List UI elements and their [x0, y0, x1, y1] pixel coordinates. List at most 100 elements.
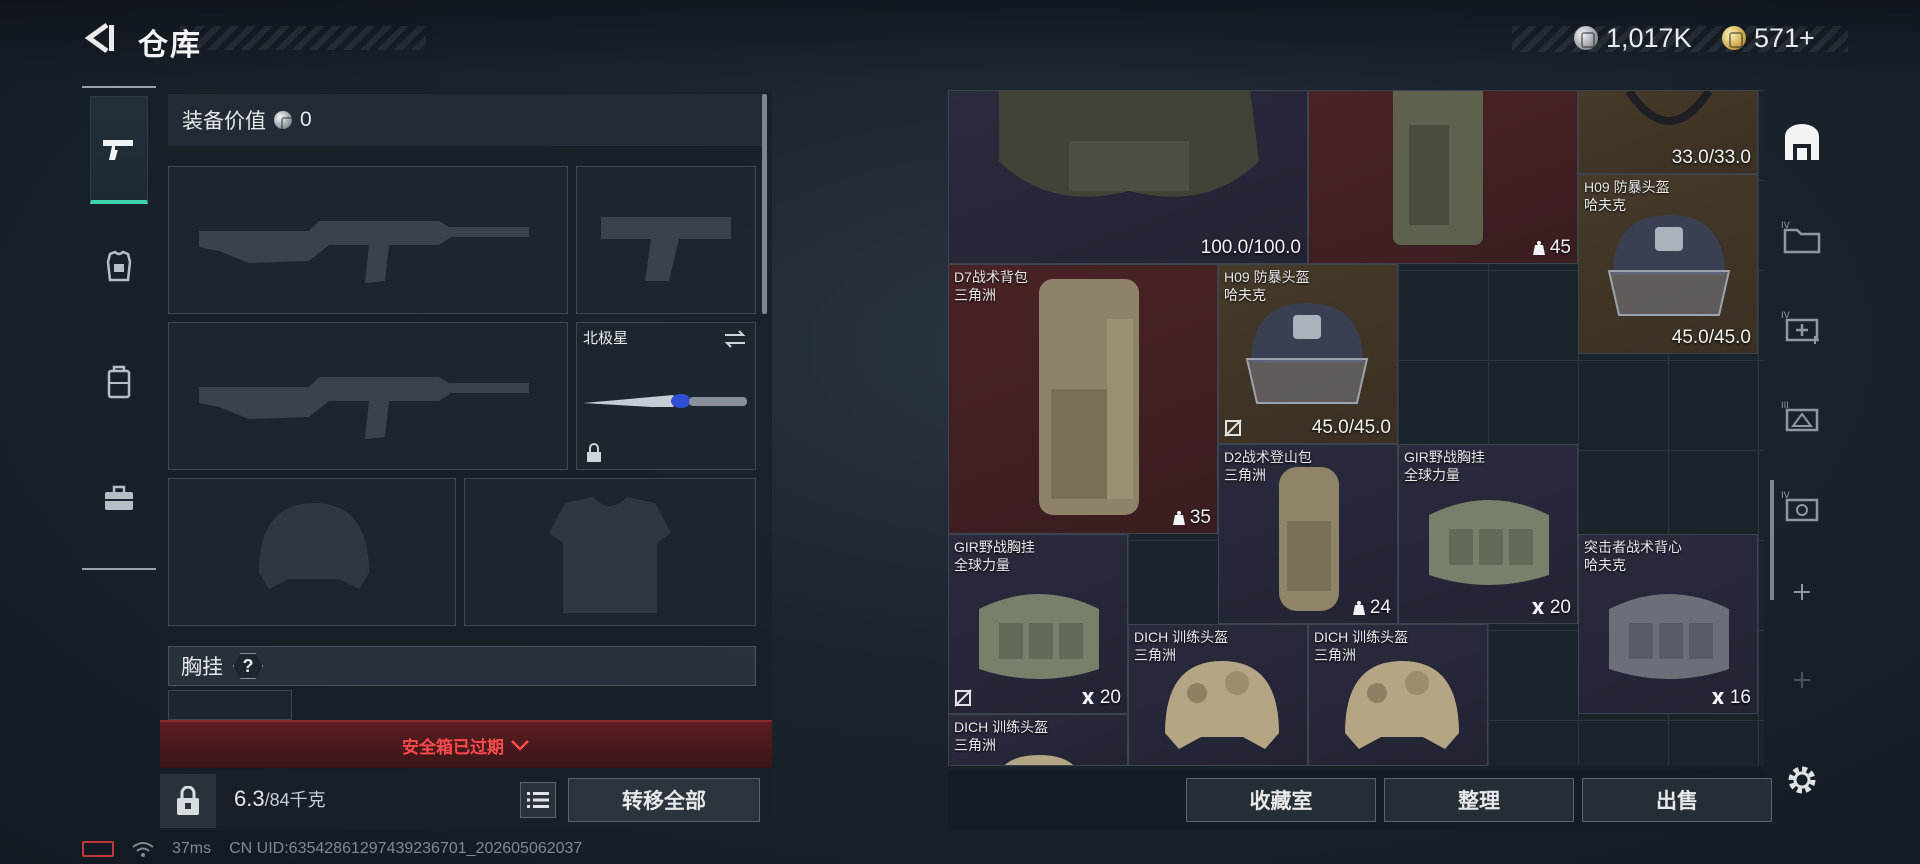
- page-title: 仓库: [138, 29, 202, 62]
- stash-page-ammo[interactable]: III: [1772, 386, 1832, 446]
- capacity-value: 16: [1729, 687, 1751, 708]
- tab-cases[interactable]: [90, 444, 148, 552]
- add-stash-page-button[interactable]: [1772, 562, 1832, 622]
- stash-item-dich-helmet[interactable]: DICH 训练头盔 三角洲: [948, 714, 1128, 766]
- stash-page-4[interactable]: IV: [1772, 206, 1832, 266]
- backpack-art-icon: [1393, 91, 1483, 245]
- stash-grid: 100.0/100.0 45 33.0/33.0 H09 防暴头盔 哈夫克 45…: [948, 90, 1764, 766]
- item-name: DICH 训练头盔: [1314, 629, 1409, 645]
- collection-room-button[interactable]: 收藏室: [1186, 778, 1376, 822]
- status-line: 37ms CN UID:63542861297439236701_2026050…: [82, 840, 582, 858]
- item-name: H09 防暴头盔: [1584, 179, 1670, 195]
- ping-text: 37ms: [172, 840, 212, 857]
- capacity-value: 24: [1369, 597, 1391, 618]
- stash-page-main[interactable]: [1772, 112, 1832, 172]
- organize-button[interactable]: 整理: [1384, 778, 1574, 822]
- stash-page-gear[interactable]: IV: [1772, 476, 1832, 536]
- secondary-weapon-slot[interactable]: [168, 322, 568, 470]
- melee-slot[interactable]: 北极星: [576, 322, 756, 470]
- vest-art-icon: [1609, 594, 1729, 679]
- battery-icon: [82, 841, 114, 857]
- rifle-silhouette-icon: [199, 377, 529, 439]
- chevron-down-icon: [511, 740, 529, 751]
- item-name: DICH 训练头盔: [954, 719, 1049, 735]
- help-button[interactable]: ?: [233, 653, 263, 679]
- item-durability: 33.0/33.0: [1671, 147, 1751, 168]
- chest-rig-slot[interactable]: [168, 690, 292, 720]
- stash-page-add-medical[interactable]: IV: [1772, 296, 1832, 356]
- stash-item-vest[interactable]: 100.0/100.0: [948, 90, 1308, 264]
- briefcase-icon: [105, 485, 133, 510]
- equipment-value-amount: 0: [300, 108, 312, 131]
- melee-name: 北极星: [583, 330, 629, 347]
- no-insurance-icon: [954, 689, 972, 707]
- pistol-icon: [103, 139, 133, 160]
- silver-currency[interactable]: 1,017K: [1574, 20, 1692, 56]
- equipment-value-bar: 装备价值 0: [168, 94, 764, 146]
- swap-icon[interactable]: [723, 329, 747, 349]
- capacity-value: 20: [1549, 597, 1571, 618]
- item-capacity: 20: [1530, 597, 1571, 619]
- slots-icon: [1711, 692, 1724, 704]
- stash-item-d7-backpack[interactable]: D7战术背包 三角洲 35: [948, 264, 1218, 534]
- weight-current: 6.3: [234, 786, 265, 811]
- gold-currency[interactable]: 571+: [1722, 20, 1815, 56]
- primary-weapon-slot[interactable]: [168, 166, 568, 314]
- weight-icon: [1352, 601, 1365, 615]
- tab-weapons[interactable]: [90, 96, 148, 204]
- folder-icon: IV: [1781, 221, 1821, 254]
- vest-silhouette-icon: [549, 497, 671, 613]
- stash-item-h09-helmet[interactable]: H09 防暴头盔 哈夫克 45.0/45.0: [1218, 264, 1398, 444]
- loadout-scrollbar[interactable]: [762, 94, 767, 314]
- backpack-art-icon: [1039, 279, 1139, 515]
- stash-item-assault-vest[interactable]: 突击者战术背心 哈夫克 16: [1578, 534, 1758, 714]
- helmet-art-icon: [1005, 755, 1073, 765]
- plus-icon: [1794, 584, 1810, 600]
- transfer-all-button[interactable]: 转移全部: [568, 778, 760, 822]
- padlock-icon: [177, 786, 199, 815]
- gear-icon: [1788, 766, 1816, 794]
- armor-icon: [106, 250, 132, 282]
- back-button[interactable]: [80, 18, 120, 58]
- vest-art-icon: [999, 91, 1259, 197]
- capacity-value: 45: [1549, 237, 1571, 258]
- equipment-value-label: 装备价值: [182, 110, 266, 133]
- warehouse-icon: [1785, 124, 1819, 160]
- silver-coin-icon: [274, 111, 295, 133]
- stash-item-h09-helmet[interactable]: H09 防暴头盔 哈夫克 45.0/45.0: [1578, 174, 1758, 354]
- chest-rig-label: 胸挂: [181, 656, 223, 679]
- backpack-icon: [107, 365, 131, 399]
- stash-item-helmet[interactable]: 33.0/33.0: [1578, 90, 1758, 174]
- slots-icon: [1081, 692, 1094, 704]
- sell-button[interactable]: 出售: [1582, 778, 1772, 822]
- item-durability: 100.0/100.0: [1200, 237, 1301, 258]
- item-name: 突击者战术背心: [1584, 539, 1682, 555]
- back-arrow-icon: [84, 22, 114, 54]
- chest-rig-section: 胸挂 ?: [168, 646, 756, 686]
- chest-rig-art-icon: [979, 594, 1099, 679]
- tab-armor[interactable]: [90, 212, 148, 320]
- stash-item-gir-chest-rig[interactable]: GIR野战胸挂 全球力量 20: [948, 534, 1128, 714]
- sidearm-slot[interactable]: [576, 166, 756, 314]
- stash-item-backpack[interactable]: 45: [1308, 90, 1578, 264]
- stash-item-dich-helmet[interactable]: DICH 训练头盔 三角洲: [1128, 624, 1308, 766]
- weight-max: /84千克: [264, 790, 326, 810]
- list-view-button[interactable]: [520, 782, 556, 818]
- helmet-slot[interactable]: [168, 478, 456, 626]
- item-maker: 三角洲: [1224, 467, 1266, 483]
- capacity-value: 20: [1099, 687, 1121, 708]
- category-tabs: [82, 86, 156, 570]
- chest-rig-art-icon: [1429, 500, 1549, 585]
- safe-box-expired-banner[interactable]: 安全箱已过期: [160, 720, 772, 768]
- stash-item-d2-backpack[interactable]: D2战术登山包 三角洲 24: [1218, 444, 1398, 624]
- stash-item-gir-chest-rig[interactable]: GIR野战胸挂 全球力量 20: [1398, 444, 1578, 624]
- stash-item-dich-helmet[interactable]: DICH 训练头盔 三角洲: [1308, 624, 1488, 766]
- safe-box-expired-text: 安全箱已过期: [402, 737, 504, 757]
- body-armor-slot[interactable]: [464, 478, 756, 626]
- tab-backpack[interactable]: [90, 328, 148, 436]
- settings-button[interactable]: [1772, 750, 1832, 810]
- item-maker: 三角洲: [954, 287, 996, 303]
- safe-box-button[interactable]: [160, 774, 216, 828]
- carry-weight: 6.3/84千克: [234, 786, 326, 812]
- item-maker: 全球力量: [954, 557, 1010, 573]
